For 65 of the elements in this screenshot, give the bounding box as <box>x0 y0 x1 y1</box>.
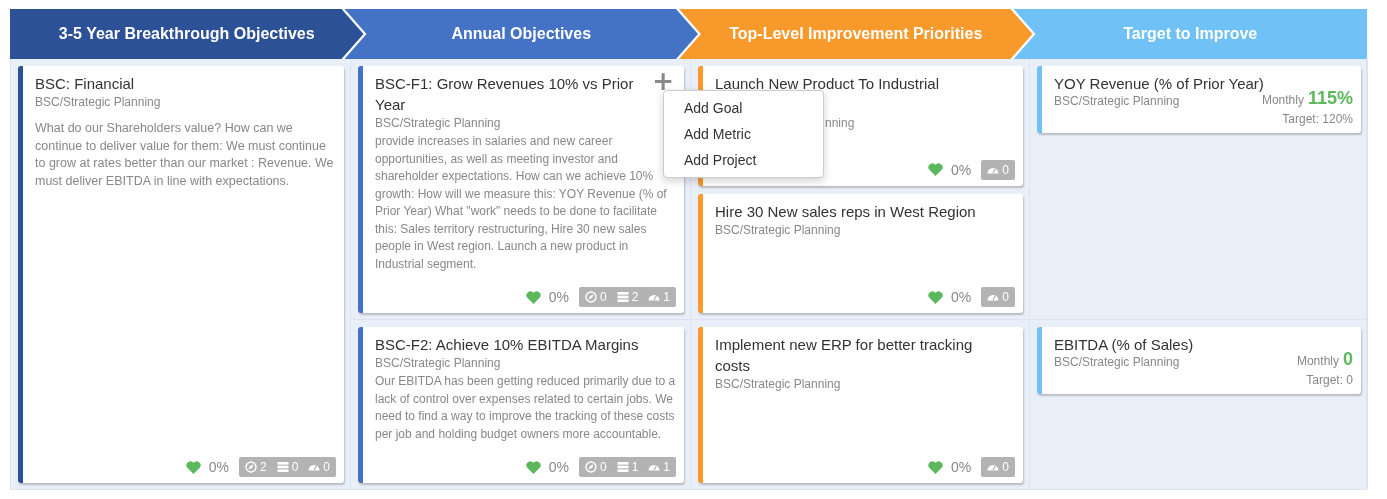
add-button[interactable]: + <box>652 70 674 92</box>
priority-card[interactable]: Hire 30 New sales reps in West Region BSC/Strategic Planning 0% 0 <box>698 193 1023 313</box>
health-percent: 0% <box>548 289 569 305</box>
list-icon <box>616 291 629 303</box>
card-title: BSC: Financial <box>35 74 136 94</box>
objective-card[interactable] <box>18 66 344 483</box>
health-percent: 0% <box>951 459 972 475</box>
card-title: Hire 30 New sales reps in West Region <box>715 201 977 222</box>
card-title: Implement new ERP for better tracking costs <box>715 335 974 376</box>
target-label: Target: 120% <box>1282 112 1353 126</box>
heart-icon <box>928 460 944 474</box>
priority-card[interactable]: Implement new ERP for better tracking costs BSC/Strategic Planning 0% 0 <box>698 327 1023 483</box>
objective-card[interactable] <box>358 327 684 483</box>
card-subtitle: nning <box>825 115 856 131</box>
count-value: 0 <box>323 460 330 474</box>
card-description: Our EBITDA has been getting reduced primarily due to a lack of control over expenses related to certain jobs. We need to find a way to improve the tracking of these costs per job and holding budget owners more accountable. <box>375 373 676 443</box>
metric-card[interactable]: EBITDA (% of Sales) BSC/Strategic Planning Monthly 0 Target: 0 <box>1037 327 1361 394</box>
card-subtitle: BSC/Strategic Planning <box>375 355 502 371</box>
health-percent: 0% <box>951 161 972 178</box>
stage-header: 3-5 Year Breakthrough Objectives <box>10 9 364 59</box>
count-value: 0 <box>599 290 607 304</box>
target-label: Target: 0 <box>1306 373 1353 387</box>
stage-header: Target to Improve <box>1013 9 1367 59</box>
stage-header: Annual Objectives <box>344 9 698 59</box>
heart-icon <box>525 460 541 474</box>
frequency-label: Monthly <box>1261 93 1304 107</box>
list-icon <box>276 461 289 473</box>
card-title: BSC-F1: Grow Revenues 10% vs Prior Year <box>375 74 635 115</box>
compass-icon <box>584 461 597 473</box>
health-percent: 0% <box>208 459 229 475</box>
heart-icon <box>928 163 944 176</box>
metric-value: 0 <box>1343 349 1353 369</box>
card-subtitle: BSC/Strategic Planning <box>1054 93 1180 109</box>
card-title: EBITDA (% of Sales) <box>1054 335 1195 355</box>
count-value: 1 <box>631 460 639 474</box>
metric-value: 115% <box>1307 88 1353 108</box>
card-subtitle: BSC/Strategic Planning <box>35 94 162 110</box>
count-value: 2 <box>631 290 639 304</box>
health-percent: 0% <box>548 459 569 475</box>
metric-card[interactable]: YOY Revenue (% of Prior Year) BSC/Strategic Planning Monthly 115% Target: 120% <box>1037 66 1361 133</box>
count-value: 0 <box>1002 162 1009 177</box>
heart-icon <box>928 290 944 304</box>
compass-icon <box>584 291 597 303</box>
card-subtitle: BSC/Strategic Planning <box>1054 354 1180 370</box>
heart-icon <box>185 460 201 474</box>
card-subtitle: BSC/Strategic Planning <box>715 221 842 238</box>
count-value: 1 <box>663 460 670 474</box>
count-value: 0 <box>1002 460 1009 474</box>
frequency-label: Monthly <box>1296 354 1339 368</box>
health-percent: 0% <box>951 289 972 305</box>
card-title: Launch New Product To Industrial <box>715 74 941 94</box>
list-icon <box>616 461 629 473</box>
count-value: 0 <box>291 460 299 474</box>
card-title: YOY Revenue (% of Prior Year) <box>1054 74 1265 94</box>
card-title: BSC-F2: Achieve 10% EBITDA Margins <box>375 335 640 355</box>
compass-icon <box>244 461 257 473</box>
card-subtitle: BSC/Strategic Planning <box>715 376 842 392</box>
count-value: 0 <box>1002 290 1009 304</box>
card-subtitle: BSC/Strategic Planning <box>375 115 502 131</box>
stage-header: Top-Level Improvement Priorities <box>679 9 1033 59</box>
card-description: What do our Shareholders value? How can we continue to deliver value for them: We must continue to grow at rates better than our market : Revenue. We must deliver EBITDA in line with expectations. <box>35 120 335 190</box>
heart-icon <box>525 290 541 304</box>
count-value: 2 <box>259 460 267 474</box>
count-value: 0 <box>599 460 607 474</box>
count-value: 1 <box>663 290 670 304</box>
